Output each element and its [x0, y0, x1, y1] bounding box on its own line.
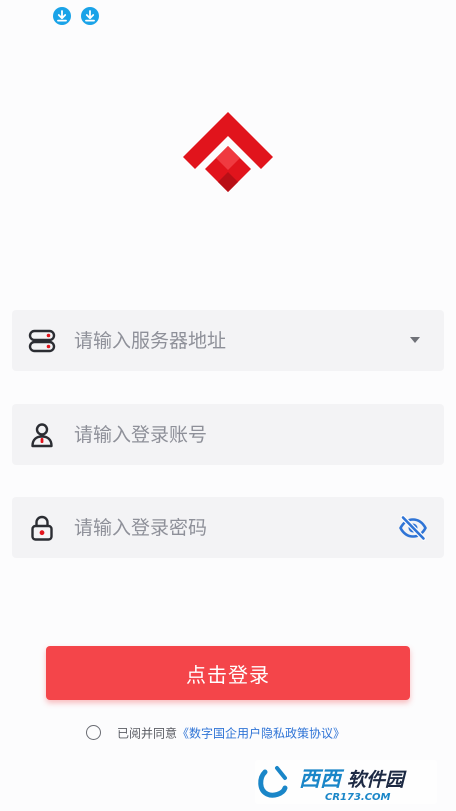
watermark-logo: 西西 软件园 CR173.COM [255, 760, 437, 804]
password-field[interactable] [12, 497, 444, 558]
server-icon [28, 329, 56, 353]
server-address-field[interactable] [12, 310, 444, 371]
privacy-policy-link[interactable]: 《数字国企用户隐私政策协议》 [177, 727, 345, 741]
account-field[interactable] [12, 404, 444, 465]
server-address-input[interactable] [74, 310, 394, 371]
eye-off-icon[interactable] [398, 513, 428, 543]
download-icon [81, 7, 99, 25]
user-icon [31, 423, 53, 448]
agreement-row: 已阅并同意《数字国企用户隐私政策协议》 [86, 722, 345, 744]
diamond-logo-icon [183, 112, 273, 192]
svg-text:西西: 西西 [299, 767, 345, 791]
agree-checkbox[interactable] [86, 725, 101, 740]
account-input[interactable] [74, 404, 394, 465]
download-icon [53, 7, 71, 25]
password-input[interactable] [74, 497, 394, 558]
svg-text:软件园: 软件园 [347, 769, 407, 791]
lock-icon [31, 515, 53, 541]
svg-text:CR173.COM: CR173.COM [325, 792, 391, 803]
login-button[interactable]: 点击登录 [46, 646, 410, 700]
caret-down-icon[interactable] [410, 337, 420, 344]
status-bar [0, 0, 456, 30]
agreement-prefix: 已阅并同意 [117, 726, 178, 741]
